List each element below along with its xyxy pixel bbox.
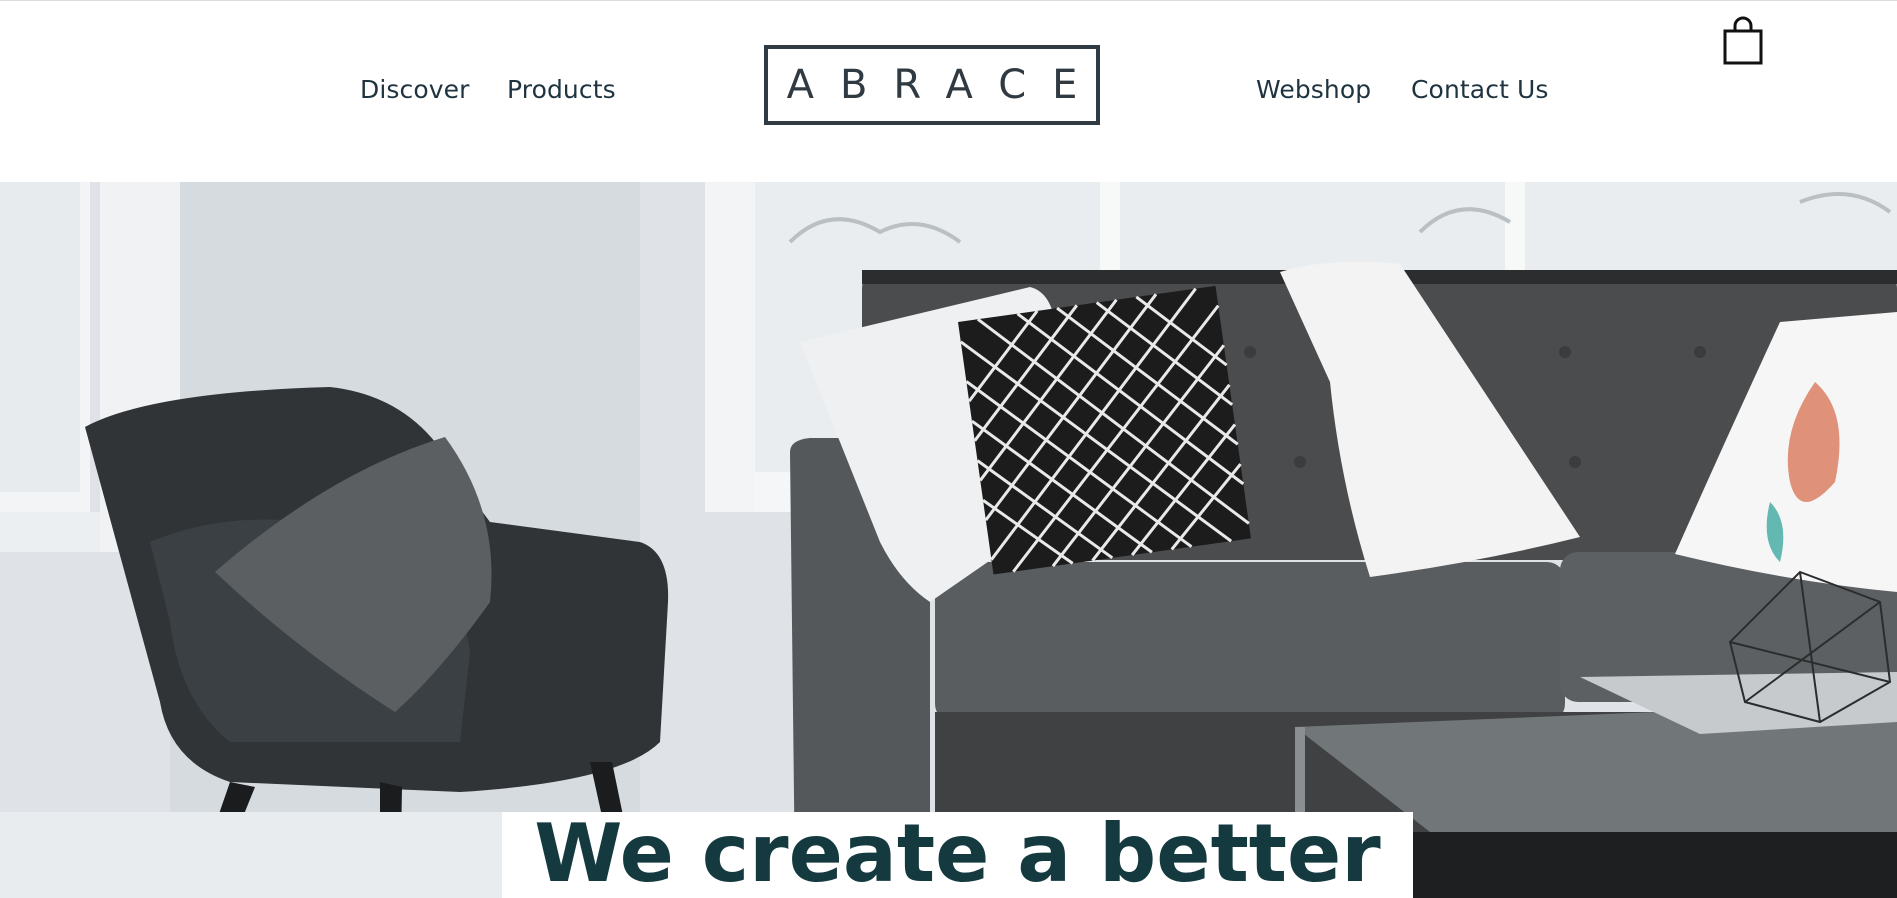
nav-webshop-link[interactable]: Webshop xyxy=(1256,75,1371,104)
nav-contact-link[interactable]: Contact Us xyxy=(1411,75,1549,104)
shopping-bag-icon[interactable] xyxy=(1722,15,1764,67)
nav-products-link[interactable]: Products xyxy=(507,75,616,104)
hero-headline: We create a better xyxy=(534,812,1381,898)
page: Discover Products ABRACE Webshop Contact… xyxy=(0,0,1897,898)
hero-image xyxy=(0,182,1897,898)
logo-text: ABRACE xyxy=(786,62,1104,108)
nav-discover-link[interactable]: Discover xyxy=(360,75,470,104)
site-header: Discover Products ABRACE Webshop Contact… xyxy=(0,0,1897,183)
brand-logo[interactable]: ABRACE xyxy=(764,45,1100,125)
hero-headline-card: We create a better xyxy=(502,812,1413,898)
living-room-illustration xyxy=(0,182,1897,898)
